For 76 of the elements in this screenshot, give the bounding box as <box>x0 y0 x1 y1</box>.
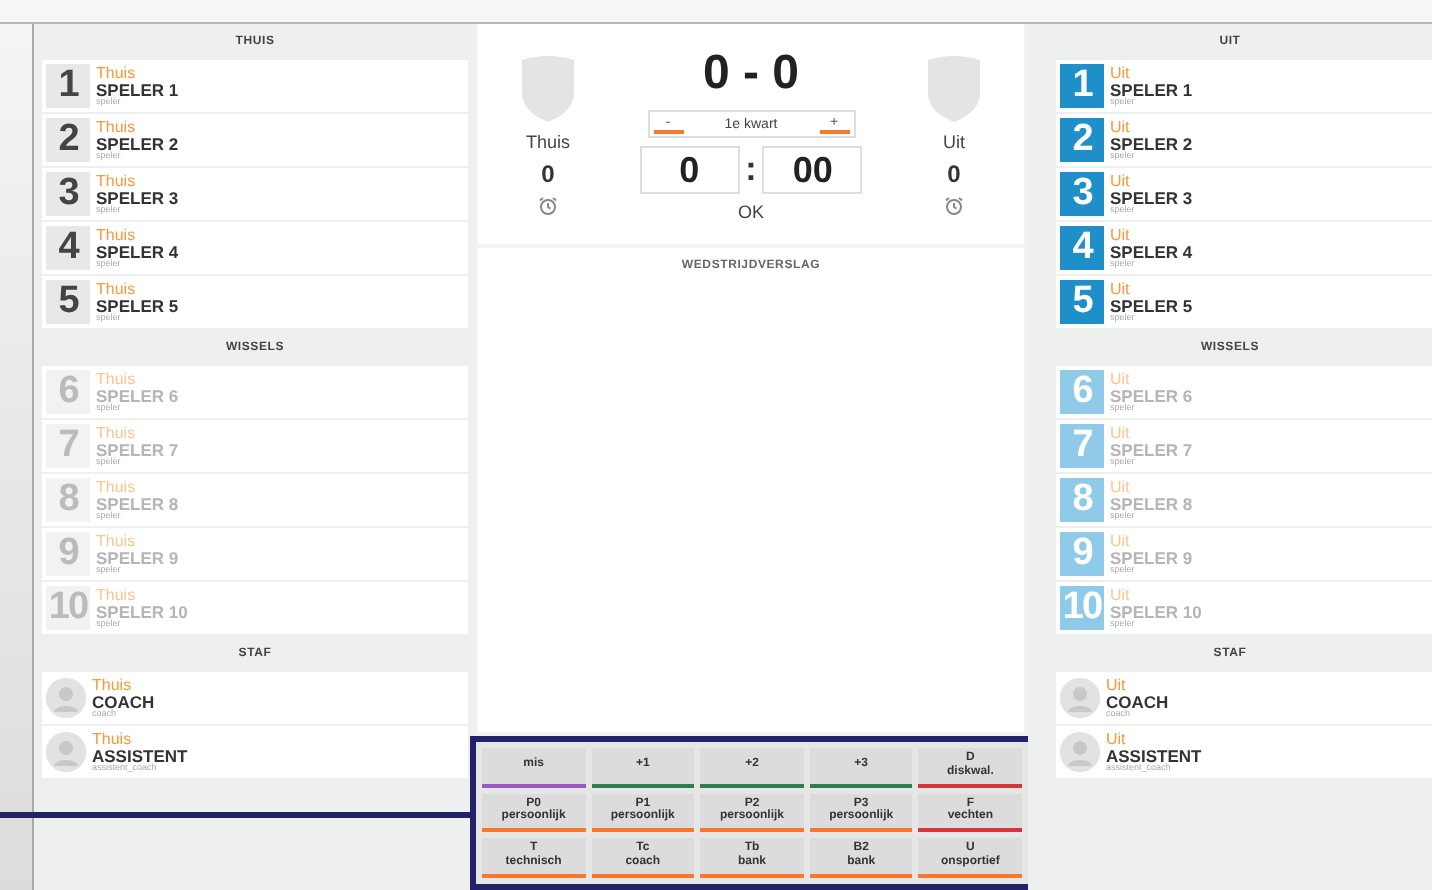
player-number: 10 <box>1060 586 1104 630</box>
player-number: 2 <box>1060 118 1104 162</box>
foul-count: 0 <box>541 160 555 188</box>
alarm-clock-icon[interactable] <box>944 196 964 216</box>
player-name: SPELER 2 <box>1110 135 1193 152</box>
player-number: 5 <box>46 280 90 324</box>
team-name: Uit <box>943 132 965 152</box>
staff-name: ASSISTENT <box>1106 747 1202 764</box>
team-label: Uit <box>1110 479 1132 495</box>
player-name: SPELER 10 <box>96 603 188 620</box>
staff-name: COACH <box>1106 693 1169 710</box>
team-label: Thuis <box>96 227 138 243</box>
player-number: 6 <box>1060 370 1104 414</box>
team-label: Uit <box>1110 281 1132 297</box>
team-label: Uit <box>1110 371 1132 387</box>
staff-name: ASSISTENT <box>92 747 188 764</box>
player-number: 3 <box>46 172 90 216</box>
team-label: Thuis <box>96 425 138 441</box>
player-name: SPELER 4 <box>96 243 179 260</box>
player-number: 4 <box>1060 226 1104 270</box>
player-name: SPELER 1 <box>1110 81 1193 98</box>
player-name: SPELER 8 <box>1110 495 1193 512</box>
staff-name: COACH <box>92 693 155 710</box>
player-number: 2 <box>46 118 90 162</box>
team-label: Thuis <box>96 371 138 387</box>
team-label: Uit <box>1110 587 1132 603</box>
team-label: Thuis <box>96 281 138 297</box>
player-number: 1 <box>1060 64 1104 108</box>
team-label: Uit <box>1110 173 1132 189</box>
minutes-field[interactable]: 0 <box>639 146 740 194</box>
seconds-field[interactable]: 00 <box>762 146 863 194</box>
ok-button[interactable]: OK <box>737 202 764 222</box>
player-name: SPELER 1 <box>96 81 179 98</box>
player-name: SPELER 8 <box>96 495 179 512</box>
player-name: SPELER 7 <box>1110 441 1193 458</box>
team-label: Thuis <box>96 65 138 81</box>
score: 0 - 0 <box>702 46 800 102</box>
player-number: 3 <box>1060 172 1104 216</box>
team-label: Thuis <box>96 119 138 135</box>
team-label: Thuis <box>96 479 138 495</box>
team-label: Uit <box>1110 227 1132 243</box>
player-number: 5 <box>1060 280 1104 324</box>
team-label: Thuis <box>92 731 134 747</box>
player-number: 8 <box>1060 478 1104 522</box>
player-name: SPELER 6 <box>1110 387 1193 404</box>
foul-count: 0 <box>947 160 961 188</box>
player-name: SPELER 4 <box>1110 243 1193 260</box>
player-name: SPELER 6 <box>96 387 179 404</box>
player-name: SPELER 9 <box>96 549 179 566</box>
player-name: SPELER 7 <box>96 441 179 458</box>
player-number: 7 <box>1060 424 1104 468</box>
player-name: SPELER 2 <box>96 135 179 152</box>
time-separator: : <box>745 150 757 190</box>
shield-icon <box>924 52 984 124</box>
team-label: Thuis <box>96 533 138 549</box>
player-name: SPELER 9 <box>1110 549 1193 566</box>
player-name: SPELER 5 <box>96 297 179 314</box>
player-number: 4 <box>46 226 90 270</box>
alarm-clock-icon[interactable] <box>538 196 558 216</box>
player-name: SPELER 5 <box>1110 297 1193 314</box>
player-name: SPELER 10 <box>1110 603 1202 620</box>
team-label: Thuis <box>96 587 138 603</box>
player-name: SPELER 3 <box>96 189 179 206</box>
team-label: Uit <box>1110 65 1132 81</box>
team-name: Thuis <box>525 132 570 152</box>
team-label: Uit <box>1106 677 1128 693</box>
team-label: Thuis <box>96 173 138 189</box>
team-label: Uit <box>1110 119 1132 135</box>
player-name: SPELER 3 <box>1110 189 1193 206</box>
player-number: 1 <box>46 64 90 108</box>
team-label: Thuis <box>92 677 134 693</box>
team-label: Uit <box>1110 533 1132 549</box>
player-number: 9 <box>1060 532 1104 576</box>
team-label: Uit <box>1106 731 1128 747</box>
shield-icon <box>518 52 578 124</box>
team-label: Uit <box>1110 425 1132 441</box>
